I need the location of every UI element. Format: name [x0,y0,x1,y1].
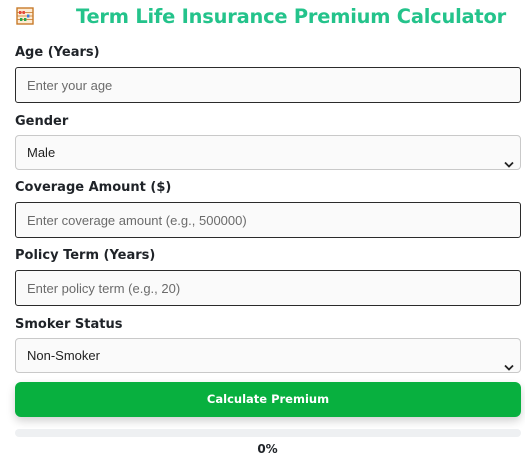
calculator-page: Term Life Insurance Premium Calculator A… [0,0,525,472]
smoker-label: Smoker Status [15,317,123,332]
progress-text: 0% [257,442,278,456]
abacus-icon [16,7,34,25]
coverage-label: Coverage Amount ($) [15,180,172,195]
gender-label: Gender [15,114,69,129]
chevron-down-icon [504,148,514,168]
age-label: Age (Years) [15,45,100,60]
smoker-select[interactable]: Non-Smoker [15,338,521,373]
page-title: Term Life Insurance Premium Calculator [76,5,506,28]
age-input[interactable] [15,67,521,103]
gender-select[interactable]: Male [15,135,521,170]
calculate-premium-button[interactable]: Calculate Premium [15,382,521,417]
progress-bar [15,429,521,437]
gender-selected-value: Male [27,145,56,160]
coverage-input[interactable] [15,202,521,238]
chevron-down-icon [504,351,514,371]
policy-term-label: Policy Term (Years) [15,248,156,263]
policy-term-input[interactable] [15,270,521,306]
header: Term Life Insurance Premium Calculator [0,0,525,36]
smoker-selected-value: Non-Smoker [27,348,100,363]
